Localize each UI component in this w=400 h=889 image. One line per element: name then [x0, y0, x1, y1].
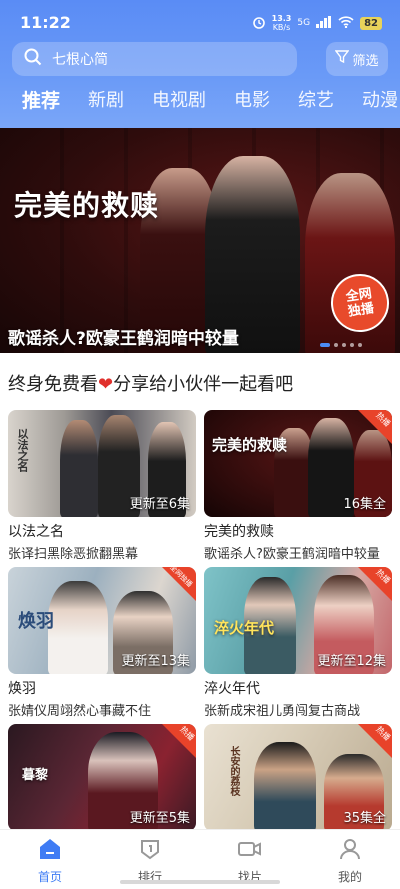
nav-label: 我的	[337, 870, 362, 884]
status-icons: 13.3 KB/s 5G 82	[252, 14, 382, 32]
video-title[interactable]: 淬火年代	[204, 678, 392, 698]
search-bar[interactable]: 七根心简	[12, 42, 297, 76]
rank-icon	[139, 838, 161, 863]
wifi-icon	[338, 15, 354, 31]
video-thumbnail[interactable]: 以法之名 更新至6集	[8, 410, 196, 517]
carousel-indicator	[320, 343, 362, 347]
person-icon	[339, 838, 361, 863]
banner-caption: 歌谣杀人?欧豪王鹤润暗中较量	[8, 329, 239, 349]
thumb-logo: 暮黎	[22, 768, 49, 783]
filter-label: 筛选	[352, 53, 379, 69]
thumb-logo: 完美的救赎	[212, 436, 288, 454]
thumb-figure	[60, 420, 98, 517]
hero-banner[interactable]: 完美的救赎 全网 独播 歌谣杀人?欧豪王鹤润暗中较量	[0, 128, 400, 353]
network-speed: 13.3 KB/s	[272, 14, 292, 32]
video-card[interactable]: 暮黎 热播 更新至5集	[8, 724, 196, 831]
thumb-logo: 以法之名	[16, 428, 29, 472]
video-subtitle: 张新成宋祖儿勇闯复古商战	[204, 704, 361, 719]
video-subtitle: 张婧仪周翊然心事藏不住	[8, 704, 152, 719]
category-tabs: 推荐 新剧 电视剧 电影 综艺 动漫	[0, 86, 400, 120]
badge-line-2: 独播	[347, 301, 375, 320]
battery-indicator: 82	[360, 16, 382, 30]
tab-recommend[interactable]: 推荐	[22, 86, 60, 120]
video-card[interactable]: 长安的荔枝 热播 35集全	[204, 724, 392, 831]
video-card[interactable]: 焕羽 全网独播 更新至13集 焕羽 张婧仪周翊然心事藏不住	[8, 567, 196, 719]
status-bar: 11:22 13.3 KB/s 5G 82	[0, 0, 400, 40]
episode-count: 35集全	[343, 811, 386, 826]
banner-logo-text: 完美的救赎	[14, 189, 160, 222]
nav-item-home[interactable]: 首页	[0, 830, 100, 889]
nav-item-mine[interactable]: 我的	[300, 830, 400, 889]
tab-tv-series[interactable]: 电视剧	[152, 86, 206, 120]
heart-icon: ❤	[98, 374, 114, 395]
carousel-dot[interactable]	[320, 343, 330, 347]
episode-count: 更新至12集	[317, 654, 386, 669]
search-icon	[24, 48, 42, 70]
video-camera-icon	[237, 838, 263, 863]
carousel-dot[interactable]	[334, 343, 338, 347]
filter-button[interactable]: 筛选	[326, 42, 388, 76]
video-title[interactable]: 完美的救赎	[204, 521, 392, 541]
video-title[interactable]: 焕羽	[8, 678, 196, 698]
thumb-logo: 焕羽	[18, 611, 54, 632]
tab-new-drama[interactable]: 新剧	[88, 86, 124, 120]
thumb-figure	[48, 581, 108, 674]
video-title[interactable]: 以法之名	[8, 521, 196, 541]
video-card[interactable]: 完美的救赎 热播 16集全 完美的救赎 歌谣杀人?欧豪王鹤润暗中较量	[204, 410, 392, 562]
search-placeholder: 七根心简	[52, 52, 108, 68]
thumb-figure	[254, 742, 316, 831]
video-subtitle: 张译扫黑除恶掀翻黑幕	[8, 547, 139, 562]
nav-label: 首页	[37, 870, 62, 884]
tab-anime[interactable]: 动漫	[362, 86, 398, 120]
video-thumbnail[interactable]: 淬火年代 热播 更新至12集	[204, 567, 392, 674]
episode-count: 16集全	[343, 497, 386, 512]
share-promo[interactable]: 终身免费看❤分享给小伙伴一起看吧	[8, 370, 293, 396]
alarm-icon	[252, 15, 266, 32]
episode-count: 更新至5集	[129, 811, 190, 826]
video-thumbnail[interactable]: 焕羽 全网独播 更新至13集	[8, 567, 196, 674]
carousel-dot[interactable]	[350, 343, 354, 347]
thumb-logo: 长安的荔枝	[228, 746, 239, 796]
video-subtitle: 歌谣杀人?欧豪王鹤润暗中较量	[204, 547, 380, 562]
video-thumbnail[interactable]: 长安的荔枝 热播 35集全	[204, 724, 392, 831]
thumb-logo: 淬火年代	[214, 619, 275, 637]
video-card[interactable]: 淬火年代 热播 更新至12集 淬火年代 张新成宋祖儿勇闯复古商战	[204, 567, 392, 719]
network-type: 5G	[297, 18, 311, 28]
share-text-suffix: 分享给小伙伴一起看吧	[113, 374, 294, 395]
signal-icon	[316, 15, 332, 31]
speed-value: 13.3	[271, 14, 292, 23]
status-time: 11:22	[20, 13, 71, 32]
system-home-indicator[interactable]	[120, 880, 280, 884]
home-icon	[38, 838, 62, 863]
episode-count: 更新至6集	[129, 497, 190, 512]
filter-icon	[335, 50, 350, 68]
episode-count: 更新至13集	[121, 654, 190, 669]
speed-unit: KB/s	[272, 23, 291, 32]
video-thumbnail[interactable]: 完美的救赎 热播 16集全	[204, 410, 392, 517]
tab-movie[interactable]: 电影	[234, 86, 270, 120]
carousel-dot[interactable]	[342, 343, 346, 347]
video-thumbnail[interactable]: 暮黎 热播 更新至5集	[8, 724, 196, 831]
tab-variety[interactable]: 综艺	[298, 86, 334, 120]
video-card[interactable]: 以法之名 更新至6集 以法之名 张译扫黑除恶掀翻黑幕	[8, 410, 196, 562]
carousel-dot[interactable]	[358, 343, 362, 347]
share-text-prefix: 终身免费看	[8, 374, 98, 395]
